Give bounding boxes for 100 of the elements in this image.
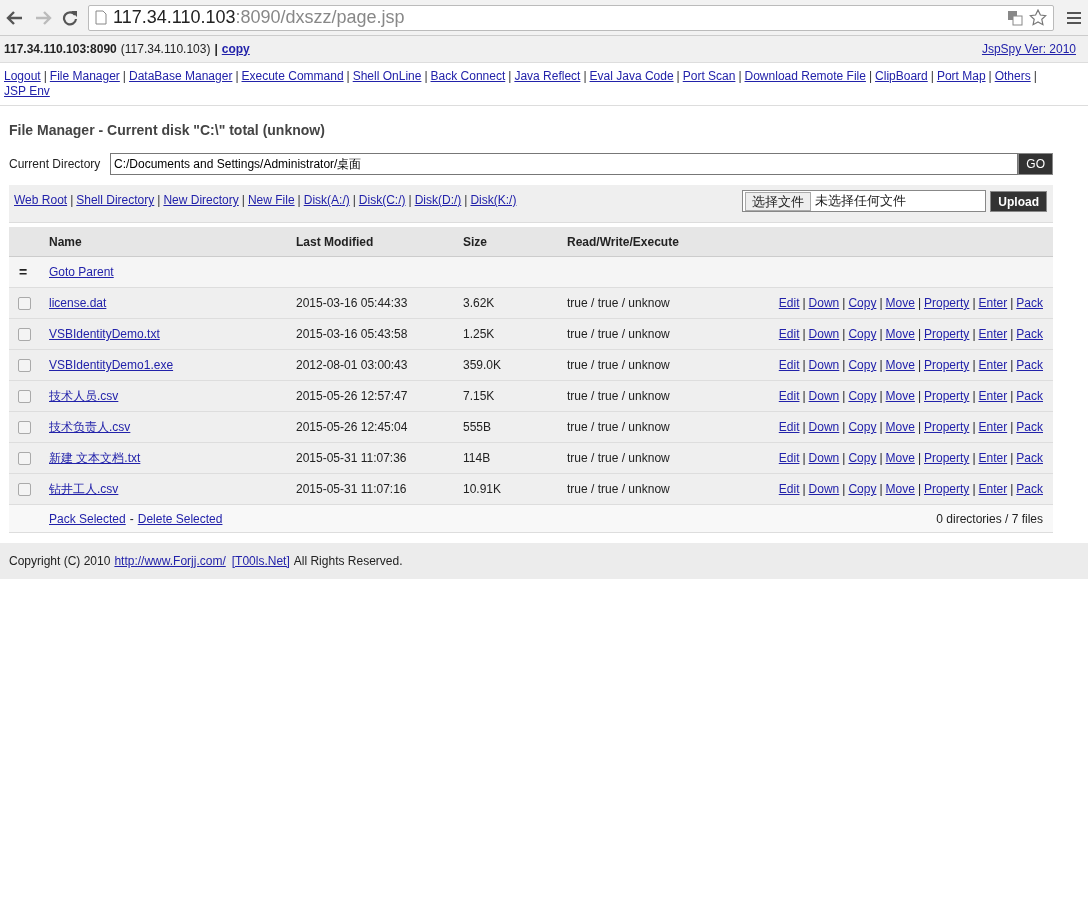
- forward-arrow-icon[interactable]: [34, 9, 52, 26]
- nav-link[interactable]: Others: [994, 69, 1031, 84]
- row-checkbox[interactable]: [18, 420, 31, 434]
- action-link[interactable]: Enter: [978, 387, 1008, 405]
- nav-link[interactable]: Execute Command: [241, 69, 344, 84]
- copy-link[interactable]: copy: [221, 40, 250, 58]
- row-checkbox[interactable]: [18, 358, 31, 372]
- action-link[interactable]: Down: [808, 356, 840, 374]
- action-link[interactable]: Edit: [778, 418, 800, 436]
- action-link[interactable]: Move: [885, 480, 915, 498]
- version-link[interactable]: JspSpy Ver: 2010: [981, 40, 1076, 58]
- action-link[interactable]: Enter: [978, 294, 1008, 312]
- action-link[interactable]: Down: [808, 449, 840, 467]
- file-link[interactable]: 钻井工人.csv: [49, 480, 296, 498]
- nav-link[interactable]: Port Scan: [682, 69, 736, 84]
- nav-link[interactable]: Logout: [4, 69, 41, 84]
- action-link[interactable]: Enter: [978, 356, 1008, 374]
- nav-link[interactable]: ClipBoard: [875, 69, 928, 84]
- site-link[interactable]: [T00ls.Net]: [231, 552, 290, 570]
- nav-link[interactable]: New Directory: [163, 191, 239, 209]
- action-link[interactable]: Enter: [978, 480, 1008, 498]
- delete-selected-link[interactable]: Delete Selected: [137, 509, 223, 528]
- back-arrow-icon[interactable]: [6, 9, 24, 26]
- nav-link[interactable]: Back Connect: [430, 69, 506, 84]
- nav-link[interactable]: Disk(A:/): [303, 191, 350, 209]
- action-link[interactable]: Enter: [978, 325, 1008, 343]
- translate-icon[interactable]: [1007, 9, 1023, 26]
- action-link[interactable]: Edit: [778, 449, 800, 467]
- action-link[interactable]: Pack: [1016, 418, 1043, 436]
- address-bar[interactable]: 117.34.110.103:8090/dxszz/page.jsp: [88, 4, 1054, 31]
- action-link[interactable]: Down: [808, 387, 840, 405]
- action-link[interactable]: Edit: [778, 356, 800, 374]
- row-checkbox[interactable]: [18, 296, 31, 310]
- nav-link[interactable]: Port Map: [936, 69, 986, 84]
- file-link[interactable]: 新建 文本文档.txt: [49, 449, 296, 467]
- nav-link[interactable]: Disk(K:/): [470, 191, 517, 209]
- action-link[interactable]: Move: [885, 449, 915, 467]
- action-link[interactable]: Pack: [1016, 480, 1043, 498]
- action-link[interactable]: Property: [924, 294, 970, 312]
- action-link[interactable]: Move: [885, 387, 915, 405]
- action-link[interactable]: Enter: [978, 449, 1008, 467]
- row-checkbox[interactable]: [18, 389, 31, 403]
- action-link[interactable]: Property: [924, 356, 970, 374]
- row-checkbox[interactable]: [18, 451, 31, 465]
- action-link[interactable]: Copy: [848, 325, 877, 343]
- goto-parent-link[interactable]: Goto Parent: [49, 263, 114, 281]
- nav-link[interactable]: New File: [247, 191, 295, 209]
- row-checkbox[interactable]: [18, 327, 31, 341]
- action-link[interactable]: Down: [808, 294, 840, 312]
- nav-link[interactable]: Disk(C:/): [358, 191, 406, 209]
- action-link[interactable]: Pack: [1016, 294, 1043, 312]
- nav-link[interactable]: Shell OnLine: [352, 69, 422, 84]
- row-checkbox[interactable]: [18, 482, 31, 496]
- action-link[interactable]: Pack: [1016, 449, 1043, 467]
- action-link[interactable]: Down: [808, 418, 840, 436]
- action-link[interactable]: Edit: [778, 387, 800, 405]
- nav-link[interactable]: Shell Directory: [76, 191, 155, 209]
- action-link[interactable]: Copy: [848, 294, 877, 312]
- upload-button[interactable]: Upload: [990, 191, 1047, 212]
- action-link[interactable]: Edit: [778, 294, 800, 312]
- action-link[interactable]: Move: [885, 325, 915, 343]
- action-link[interactable]: Property: [924, 449, 970, 467]
- action-link[interactable]: Move: [885, 418, 915, 436]
- nav-link[interactable]: Eval Java Code: [589, 69, 674, 84]
- star-icon[interactable]: [1029, 8, 1047, 27]
- action-link[interactable]: Pack: [1016, 356, 1043, 374]
- action-link[interactable]: Pack: [1016, 387, 1043, 405]
- menu-icon[interactable]: [1066, 10, 1082, 25]
- file-link[interactable]: license.dat: [49, 294, 296, 312]
- pack-selected-link[interactable]: Pack Selected: [49, 509, 126, 528]
- action-link[interactable]: Enter: [978, 418, 1008, 436]
- site-link[interactable]: http://www.Forjj.com/: [114, 552, 226, 570]
- action-link[interactable]: Edit: [778, 325, 800, 343]
- file-link[interactable]: VSBIdentityDemo.txt: [49, 325, 296, 343]
- file-picker[interactable]: 选择文件 未选择任何文件: [742, 190, 987, 212]
- file-link[interactable]: 技术人员.csv: [49, 387, 296, 405]
- action-link[interactable]: Move: [885, 356, 915, 374]
- directory-field[interactable]: C:/Documents and Settings/Administrator/桌面: [110, 153, 1019, 175]
- nav-link[interactable]: DataBase Manager: [129, 69, 233, 84]
- action-link[interactable]: Edit: [778, 480, 800, 498]
- action-link[interactable]: Copy: [848, 418, 877, 436]
- action-link[interactable]: Property: [924, 418, 970, 436]
- action-link[interactable]: Down: [808, 480, 840, 498]
- file-link[interactable]: VSBIdentityDemo1.exe: [49, 356, 296, 374]
- action-link[interactable]: Property: [924, 325, 970, 343]
- nav-link[interactable]: File Manager: [49, 69, 120, 84]
- nav-link[interactable]: JSP Env: [4, 84, 50, 99]
- action-link[interactable]: Property: [924, 480, 970, 498]
- action-link[interactable]: Copy: [848, 480, 877, 498]
- action-link[interactable]: Copy: [848, 356, 877, 374]
- action-link[interactable]: Down: [808, 325, 840, 343]
- action-link[interactable]: Property: [924, 387, 970, 405]
- action-link[interactable]: Copy: [848, 387, 877, 405]
- action-link[interactable]: Pack: [1016, 325, 1043, 343]
- nav-link[interactable]: Web Root: [14, 191, 68, 209]
- nav-link[interactable]: Java Reflect: [514, 69, 581, 84]
- go-button[interactable]: GO: [1018, 153, 1053, 175]
- nav-link[interactable]: Download Remote File: [744, 69, 866, 84]
- reload-icon[interactable]: [62, 9, 78, 26]
- action-link[interactable]: Move: [885, 294, 915, 312]
